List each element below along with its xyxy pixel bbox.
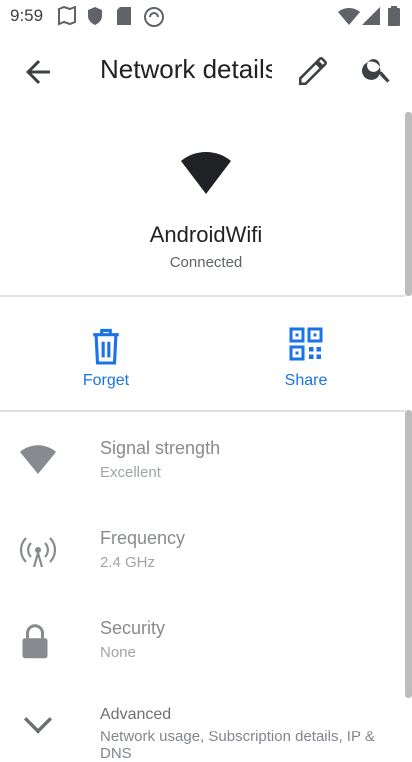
antenna-icon	[19, 534, 57, 570]
share-label: Share	[284, 372, 328, 389]
chevron-down-icon	[20, 714, 56, 750]
row-value: Network usage, Subscription details, IP …	[100, 728, 375, 762]
back-button[interactable]	[20, 54, 56, 90]
row-value: Excellent	[100, 464, 161, 481]
forget-button[interactable]: Forget	[46, 318, 166, 398]
status-bar: 9:59	[0, 0, 412, 32]
divider	[0, 295, 405, 297]
row-title: Signal strength	[100, 438, 221, 458]
qr-code-icon	[246, 326, 366, 367]
maps-icon	[58, 5, 76, 31]
page-title: Network details	[100, 54, 272, 84]
network-name: AndroidWifi	[149, 222, 263, 247]
row-title: Security	[100, 618, 166, 638]
share-button[interactable]: Share	[246, 318, 366, 398]
forget-label: Forget	[82, 372, 130, 389]
trash-icon	[46, 326, 166, 371]
row-value: 2.4 GHz	[100, 554, 156, 571]
pencil-icon	[298, 56, 327, 86]
search-icon	[362, 59, 390, 83]
search-button[interactable]	[360, 52, 396, 88]
network-status: Connected	[169, 254, 243, 271]
wifi-status-icon	[338, 6, 360, 31]
lock-icon	[20, 624, 56, 660]
battery-icon	[388, 6, 400, 31]
wifi-icon	[181, 148, 231, 203]
scrollbar-bottom[interactable]	[405, 410, 412, 698]
cell-signal-icon	[362, 6, 380, 31]
security-row[interactable]: Security None	[0, 600, 405, 680]
status-time: 9:59	[10, 6, 44, 25]
row-value: None	[100, 644, 136, 661]
frequency-row[interactable]: Frequency 2.4 GHz	[0, 510, 405, 590]
app-bar: Network details	[0, 40, 412, 104]
sd-card-icon	[116, 6, 132, 31]
network-header: AndroidWifi Connected	[0, 108, 412, 298]
divider	[0, 410, 405, 412]
advanced-row[interactable]: Advanced Network usage, Subscription det…	[0, 688, 405, 762]
arrow-back-icon	[26, 60, 50, 84]
edit-button[interactable]	[296, 54, 330, 88]
shield-icon	[87, 6, 103, 31]
wifi-signal-icon	[20, 444, 56, 480]
row-title: Frequency	[100, 528, 186, 548]
row-title: Advanced	[100, 706, 172, 723]
sync-icon	[143, 6, 165, 33]
signal-strength-row[interactable]: Signal strength Excellent	[0, 420, 405, 500]
